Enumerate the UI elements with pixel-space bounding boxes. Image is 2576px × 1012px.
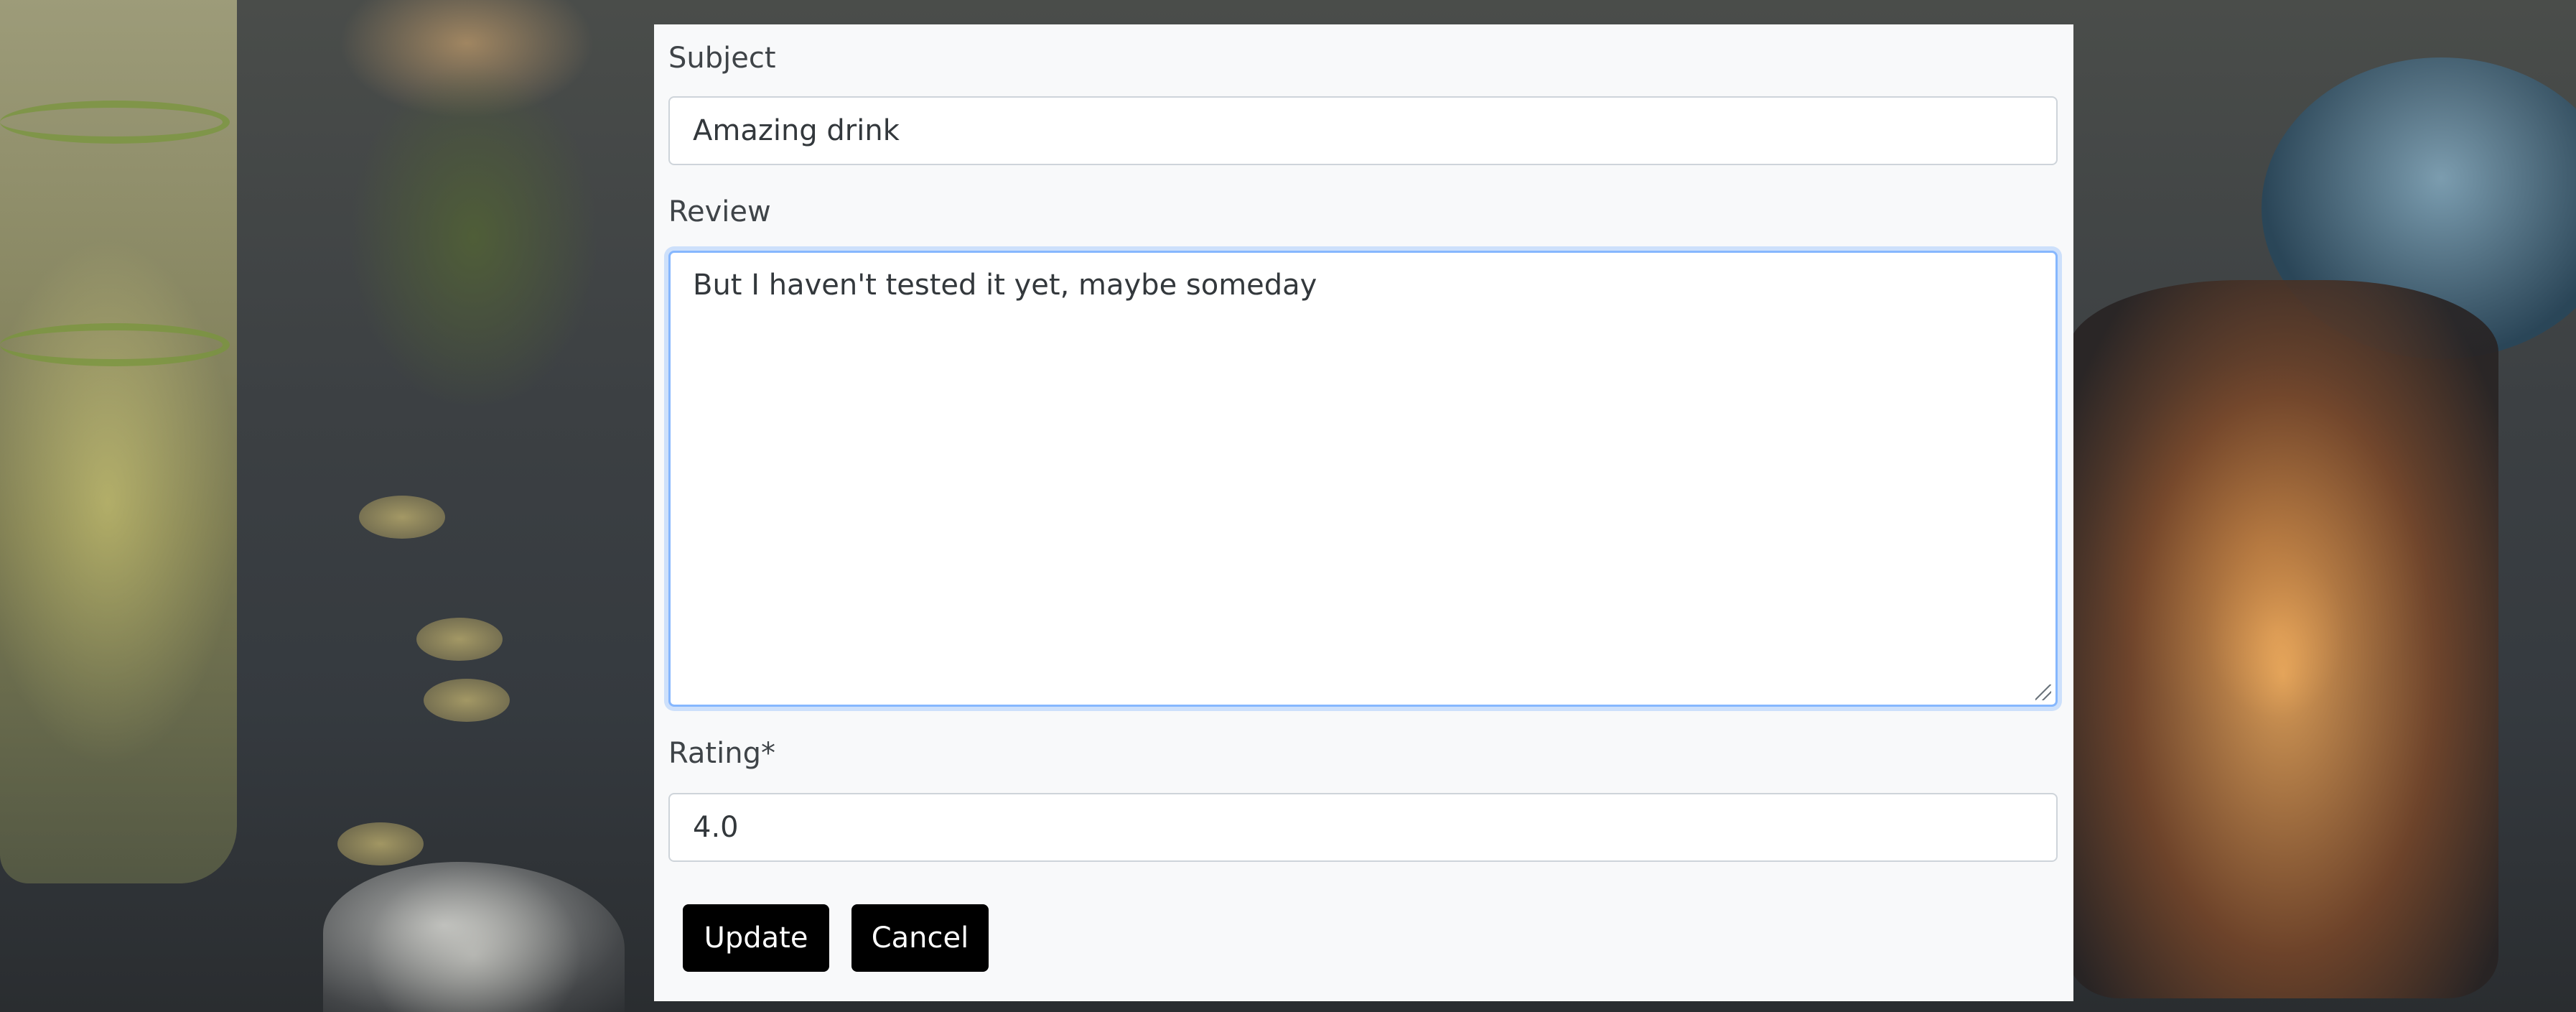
rating-label: Rating*: [668, 737, 775, 770]
cancel-button[interactable]: Cancel: [851, 904, 989, 972]
subject-label: Subject: [668, 42, 776, 75]
candle-holder-image: [2068, 280, 2498, 998]
ice-image: [323, 862, 625, 1012]
lime-slice-image: [0, 101, 230, 144]
rating-input-value: 4.0: [693, 811, 739, 844]
coin-image: [416, 618, 503, 661]
coin-image: [337, 822, 424, 865]
coin-image: [424, 679, 510, 722]
rating-input[interactable]: 4.0: [668, 793, 2058, 862]
lime-slice-image: [0, 323, 230, 366]
subject-input-value: Amazing drink: [693, 114, 900, 147]
coin-image: [359, 496, 445, 539]
edit-review-form: Subject Amazing drink Review But I haven…: [654, 24, 2073, 1001]
update-button[interactable]: Update: [683, 904, 829, 972]
review-label: Review: [668, 195, 771, 228]
review-textarea[interactable]: But I haven't tested it yet, maybe somed…: [668, 251, 2058, 707]
review-textarea-value: But I haven't tested it yet, maybe somed…: [693, 269, 1317, 302]
subject-input[interactable]: Amazing drink: [668, 96, 2058, 165]
resize-handle-icon[interactable]: [2035, 684, 2051, 700]
